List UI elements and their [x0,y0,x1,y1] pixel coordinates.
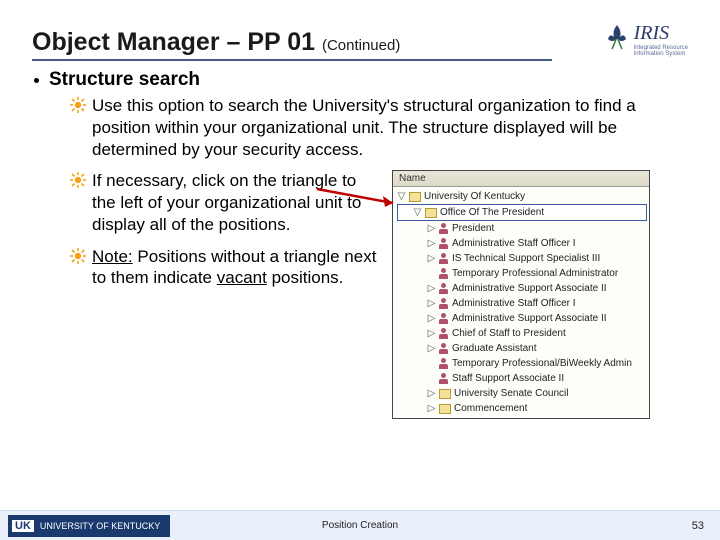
tree-row[interactable]: ▷ Administrative Support Associate II [397,311,647,326]
expand-triangle-icon[interactable]: ▷ [427,328,436,339]
tree-body: ▽University Of Kentucky▽Office Of The Pr… [393,187,649,418]
tree-label: Administrative Support Associate II [452,313,607,324]
title-wrap: Object Manager – PP 01 (Continued) [32,28,604,61]
expand-triangle-icon[interactable]: ▷ [427,343,436,354]
left-column: If necessary, click on the triangle to t… [70,170,382,299]
sun-bullet-icon [70,172,86,235]
bullet-row-with-tree: If necessary, click on the triangle to t… [70,170,686,419]
tree-column-header: Name [393,171,649,187]
iris-text-block: IRIS Integrated Resource Information Sys… [634,22,688,57]
bullet-level1: Structure search [34,69,686,91]
tree-row[interactable]: Temporary Professional Administrator [397,266,647,281]
expand-triangle-icon[interactable]: ▷ [427,313,436,324]
expand-triangle-icon[interactable]: ▷ [427,283,436,294]
person-icon [439,238,449,249]
tree-label: Graduate Assistant [452,343,537,354]
expand-triangle-icon[interactable] [427,268,436,279]
level2-block: Use this option to search the University… [70,95,686,419]
tree-label: Temporary Professional/BiWeekly Admin [452,358,632,369]
page-number: 53 [692,520,704,532]
tree-row[interactable]: Staff Support Associate II [397,371,647,386]
slide-header: Object Manager – PP 01 (Continued) IRIS … [0,0,720,61]
tree-row[interactable]: ▷ University Senate Council [397,386,647,401]
person-icon [439,298,449,309]
tree-row[interactable]: ▷ Administrative Staff Officer I [397,236,647,251]
sun-bullet-icon [70,97,86,160]
bullet-use-option: Use this option to search the University… [70,95,686,160]
expand-triangle-icon[interactable]: ▷ [427,388,436,399]
tree-label: Staff Support Associate II [452,373,564,384]
tree-label: IS Technical Support Specialist III [452,253,600,264]
tree-row[interactable]: ▷ Administrative Support Associate II [397,281,647,296]
tree-label: Commencement [454,403,527,414]
tree-row[interactable]: ▷ President [397,221,647,236]
slide-title: Object Manager – PP 01 (Continued) [32,28,604,57]
person-icon [439,313,449,324]
folder-icon [425,208,437,218]
note-end: positions. [267,268,344,287]
footer-title: Position Creation [0,520,720,531]
tree-label: Administrative Support Associate II [452,283,607,294]
iris-logo-sub2: Information System [634,51,688,57]
iris-flower-icon [604,23,630,56]
person-icon [439,373,449,384]
structure-search-heading: Structure search [49,69,200,91]
expand-triangle-icon[interactable]: ▽ [397,191,406,202]
tree-label: University Of Kentucky [424,191,525,202]
tree-label: Administrative Staff Officer I [452,298,576,309]
person-icon [439,268,449,279]
tree-label: Office Of The President [440,207,544,218]
tree-row[interactable]: ▷ Chief of Staff to President [397,326,647,341]
slide-footer: UK UNIVERSITY OF KENTUCKY Position Creat… [0,510,720,540]
person-icon [439,283,449,294]
title-underline [32,59,552,61]
person-icon [439,223,449,234]
tree-row[interactable]: ▷ Administrative Staff Officer I [397,296,647,311]
expand-triangle-icon[interactable] [427,373,436,384]
tree-label: Chief of Staff to President [452,328,566,339]
bullet2-text: If necessary, click on the triangle to t… [92,170,382,235]
expand-triangle-icon[interactable]: ▽ [413,207,422,218]
tree-row[interactable]: ▷ IS Technical Support Specialist III [397,251,647,266]
expand-triangle-icon[interactable]: ▷ [427,298,436,309]
person-icon [439,343,449,354]
org-tree-screenshot: Name ▽University Of Kentucky▽Office Of T… [392,170,650,419]
expand-triangle-icon[interactable]: ▷ [427,223,436,234]
note-label: Note: [92,247,133,266]
tree-label: Temporary Professional Administrator [452,268,618,279]
iris-logo-text: IRIS [634,22,688,45]
note-vacant: vacant [217,268,267,287]
bullet-note: Note: Positions without a triangle next … [70,246,382,290]
slide-content: Structure search Use this option to sear… [0,61,720,419]
folder-icon [409,192,421,202]
title-main: Object Manager – PP 01 [32,28,315,56]
person-icon [439,253,449,264]
title-continued: (Continued) [322,37,400,54]
bullet1-text: Use this option to search the University… [92,95,686,160]
tree-label: University Senate Council [454,388,569,399]
bullet-click-triangle: If necessary, click on the triangle to t… [70,170,382,235]
expand-triangle-icon[interactable] [427,358,436,369]
tree-row[interactable]: ▽ University Of Kentucky [397,189,647,204]
bullet3-text: Note: Positions without a triangle next … [92,246,382,290]
folder-icon [439,404,451,414]
expand-triangle-icon[interactable]: ▷ [427,253,436,264]
person-icon [439,328,449,339]
tree-row[interactable]: ▷ Commencement [397,401,647,416]
tree-row[interactable]: Temporary Professional/BiWeekly Admin [397,356,647,371]
sun-bullet-icon [70,248,86,290]
iris-logo: IRIS Integrated Resource Information Sys… [604,22,688,61]
person-icon [439,358,449,369]
tree-row[interactable]: ▷ Graduate Assistant [397,341,647,356]
bullet-dot-icon [34,78,39,83]
expand-triangle-icon[interactable]: ▷ [427,403,436,414]
tree-row[interactable]: ▽ Office Of The President [397,204,647,221]
folder-icon [439,389,451,399]
tree-label: Administrative Staff Officer I [452,238,576,249]
expand-triangle-icon[interactable]: ▷ [427,238,436,249]
tree-label: President [452,223,494,234]
